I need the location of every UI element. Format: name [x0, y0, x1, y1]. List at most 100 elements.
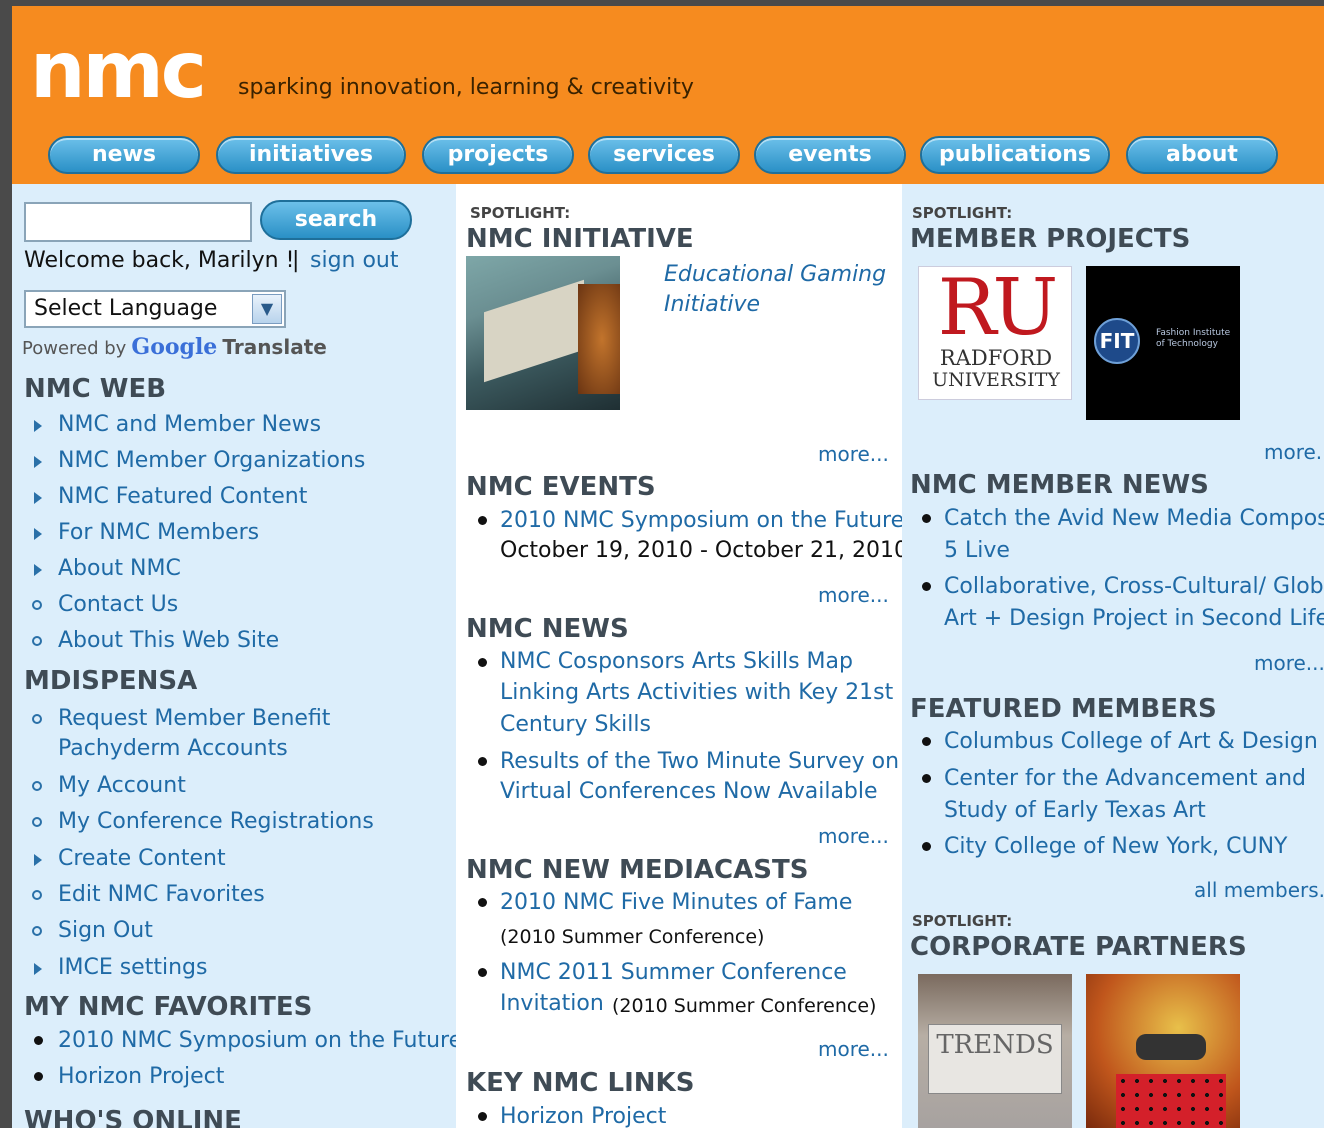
bullet-dot-icon	[478, 1112, 487, 1121]
nav-link-contact[interactable]: Contact Us	[58, 590, 178, 620]
news-link-1-line2[interactable]: Linking Arts Activities with Key 21st	[500, 678, 893, 708]
nav-link-imce[interactable]: IMCE settings	[58, 953, 207, 983]
bullet-dot-icon	[922, 774, 931, 783]
nav-link-about-nmc[interactable]: About NMC	[58, 554, 181, 584]
nav-projects[interactable]: projects	[422, 136, 574, 174]
event-link[interactable]: 2010 NMC Symposium on the Future	[500, 506, 904, 536]
initiative-title-line2[interactable]: Initiative	[664, 290, 760, 320]
mediacasts-more-link[interactable]: more...	[818, 1037, 889, 1061]
radford-logo[interactable]: RU RADFORD UNIVERSITY	[918, 266, 1072, 400]
bullet-circle-icon	[32, 817, 42, 827]
language-select-value: Select Language	[34, 296, 218, 321]
nav-link-conf-registrations[interactable]: My Conference Registrations	[58, 807, 374, 837]
nav-link-about-site[interactable]: About This Web Site	[58, 626, 279, 656]
bullet-dot-icon	[478, 968, 487, 977]
bullet-dot-icon	[922, 582, 931, 591]
bullet-circle-icon	[32, 781, 42, 791]
fit-logo-text: Fashion Institute of Technology	[1156, 328, 1231, 349]
favorite-link-symposium[interactable]: 2010 NMC Symposium on the Future	[58, 1026, 462, 1056]
mediacast-link-2-line1[interactable]: NMC 2011 Summer Conference	[500, 958, 847, 988]
nmc-web-heading: NMC WEB	[24, 374, 167, 404]
nav-initiatives[interactable]: initiatives	[216, 136, 406, 174]
chevron-down-icon[interactable]: ▼	[252, 294, 282, 324]
nmc-logo[interactable]: nmc	[30, 26, 207, 116]
language-select[interactable]: Select Language ▼	[24, 290, 286, 328]
radford-logo-line2: UNIVERSITY	[932, 369, 1060, 391]
member-news-heading: NMC MEMBER NEWS	[910, 470, 1209, 500]
google-logo: Google	[131, 334, 218, 360]
nav-link-my-account[interactable]: My Account	[58, 771, 186, 801]
news-link-1-line1[interactable]: NMC Cosponsors Arts Skills Map	[500, 647, 853, 677]
news-link-1-line3[interactable]: Century Skills	[500, 710, 651, 740]
browser-page: nmc sparking innovation, learning & crea…	[12, 6, 1324, 1128]
search-button[interactable]: search	[260, 200, 412, 240]
mediacast-link-2-line2[interactable]: Invitation	[500, 989, 604, 1019]
news-link-2-line2[interactable]: Virtual Conferences Now Available	[500, 777, 878, 807]
member-news-more-link[interactable]: more...	[1254, 651, 1324, 675]
news-link-2-line1[interactable]: Results of the Two Minute Survey on	[500, 747, 899, 777]
building-shape	[484, 279, 584, 383]
partner-image-avatar[interactable]	[1086, 974, 1240, 1128]
bullet-circle-icon	[32, 714, 42, 724]
nav-publications[interactable]: publications	[920, 136, 1110, 174]
nav-link-featured[interactable]: NMC Featured Content	[58, 482, 307, 512]
leopard-scarf-shape	[1116, 1074, 1226, 1128]
nav-link-for-members[interactable]: For NMC Members	[58, 518, 259, 548]
nav-link-create-content[interactable]: Create Content	[58, 844, 226, 874]
initiative-heading: NMC INITIATIVE	[466, 224, 694, 254]
bullet-dot-icon	[478, 516, 487, 525]
news-more-link[interactable]: more...	[818, 824, 889, 848]
nav-link-request-benefit[interactable]: Request Member Benefit	[58, 704, 330, 734]
bullet-dot-icon	[478, 757, 487, 766]
bullet-dot-icon	[34, 1072, 43, 1081]
projects-more-link[interactable]: more...	[1264, 440, 1324, 464]
featured-link-caseta-line2[interactable]: Study of Early Texas Art	[944, 796, 1206, 826]
initiative-title-line1[interactable]: Educational Gaming	[664, 260, 886, 290]
member-news-link-2-line2[interactable]: Art + Design Project in Second Life	[944, 604, 1324, 634]
bullet-dot-icon	[922, 514, 931, 523]
member-news-link-1-line2[interactable]: 5 Live	[944, 536, 1010, 566]
key-links-heading: KEY NMC LINKS	[466, 1068, 695, 1098]
expand-arrow-icon	[34, 492, 42, 504]
expand-arrow-icon	[34, 420, 42, 432]
mediacasts-heading: NMC NEW MEDIACASTS	[466, 855, 809, 885]
sign-out-link[interactable]: sign out	[310, 246, 399, 276]
nav-about[interactable]: about	[1126, 136, 1278, 174]
events-more-link[interactable]: more...	[818, 583, 889, 607]
welcome-text: Welcome back, Marilyn !	[24, 248, 295, 273]
nav-services[interactable]: services	[588, 136, 740, 174]
initiative-more-link[interactable]: more...	[818, 442, 889, 466]
favorite-link-horizon[interactable]: Horizon Project	[58, 1062, 224, 1092]
news-heading: NMC NEWS	[466, 614, 629, 644]
glasses-shape	[1136, 1034, 1206, 1060]
nav-events[interactable]: events	[754, 136, 906, 174]
member-news-link-1-line1[interactable]: Catch the Avid New Media Compose	[944, 504, 1324, 534]
nav-link-member-news[interactable]: NMC and Member News	[58, 410, 321, 440]
all-members-link[interactable]: all members...	[1194, 878, 1324, 902]
key-link-horizon[interactable]: Horizon Project	[500, 1102, 666, 1128]
featured-link-caseta-line1[interactable]: Center for the Advancement and	[944, 764, 1306, 794]
search-input[interactable]	[24, 202, 252, 242]
mediacast-link-1[interactable]: 2010 NMC Five Minutes of Fame	[500, 888, 852, 918]
favorites-heading: MY NMC FAVORITES	[24, 992, 313, 1022]
expand-arrow-icon	[34, 854, 42, 866]
member-news-link-2-line1[interactable]: Collaborative, Cross-Cultural/ Global	[944, 572, 1324, 602]
expand-arrow-icon	[34, 564, 42, 576]
powered-by-text: Powered by	[22, 338, 127, 359]
google-translate-credit: Powered by Google Translate	[22, 334, 327, 364]
nav-link-sign-out[interactable]: Sign Out	[58, 916, 153, 946]
featured-link-ccny[interactable]: City College of New York, CUNY	[944, 832, 1287, 862]
nav-link-pachyderm[interactable]: Pachyderm Accounts	[58, 734, 288, 764]
radford-logo-line1: RADFORD	[939, 346, 1053, 370]
nav-link-member-orgs[interactable]: NMC Member Organizations	[58, 446, 365, 476]
main-content: SPOTLIGHT: NMC INITIATIVE Educational Ga…	[456, 184, 908, 1128]
nav-link-edit-favorites[interactable]: Edit NMC Favorites	[58, 880, 265, 910]
expand-arrow-icon	[34, 963, 42, 975]
welcome-separator: |	[292, 248, 300, 273]
partner-image-trends[interactable]: TRENDS	[918, 974, 1072, 1128]
initiative-image[interactable]	[466, 256, 620, 410]
featured-link-ccad[interactable]: Columbus College of Art & Design	[944, 727, 1318, 757]
foliage-shape	[578, 284, 620, 394]
nav-news[interactable]: news	[48, 136, 200, 174]
fit-logo[interactable]: FIT Fashion Institute of Technology	[1086, 266, 1240, 420]
